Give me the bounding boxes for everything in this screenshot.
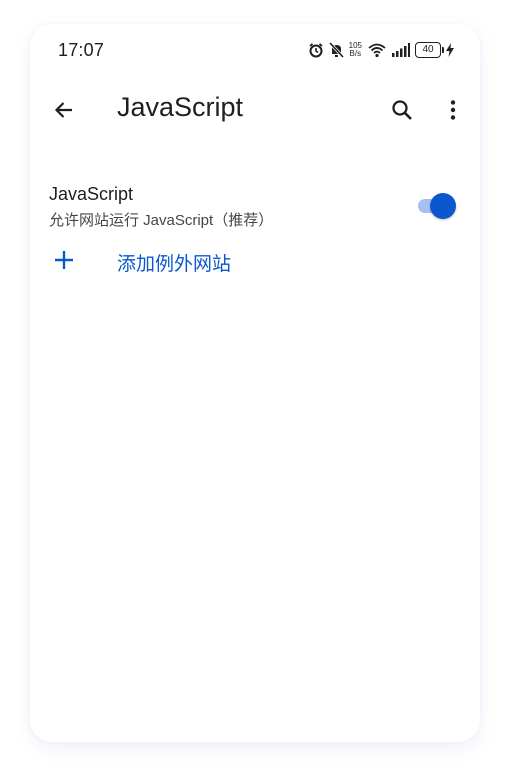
- page-title: JavaScript: [117, 92, 244, 122]
- net-speed: 105 B/s: [349, 42, 362, 58]
- mute-icon: [328, 42, 344, 58]
- javascript-setting-row[interactable]: JavaScript 允许网站运行 JavaScript（推荐）: [30, 174, 480, 238]
- signal-icon: [392, 43, 410, 57]
- app-bar: JavaScript: [30, 82, 480, 138]
- add-exception-button[interactable]: 添加例外网站: [30, 240, 480, 280]
- search-button[interactable]: [386, 94, 418, 126]
- add-exception-label: 添加例外网站: [117, 254, 232, 275]
- setting-summary: 允许网站运行 JavaScript（推荐）: [49, 212, 274, 229]
- back-button[interactable]: [48, 94, 80, 126]
- more-options-button[interactable]: [437, 94, 469, 126]
- more-vert-icon: [450, 100, 456, 120]
- back-arrow-icon: [54, 102, 72, 118]
- charging-icon: [446, 43, 454, 57]
- plus-icon: [55, 251, 73, 269]
- phone-screen: 17:07 105 B/s 40 JavaScript JavaScript 允…: [30, 24, 480, 742]
- toggle-thumb: [430, 193, 456, 219]
- status-time: 17:07: [58, 40, 105, 60]
- status-bar: 17:07 105 B/s 40: [30, 24, 480, 76]
- wifi-icon: [367, 42, 387, 58]
- setting-title: JavaScript: [49, 184, 134, 204]
- javascript-toggle[interactable]: [416, 192, 456, 220]
- search-icon: [392, 100, 412, 120]
- status-icons: 105 B/s 40: [308, 40, 454, 60]
- net-speed-unit: B/s: [349, 49, 362, 58]
- alarm-icon: [308, 42, 324, 58]
- battery-icon: 40: [415, 42, 444, 58]
